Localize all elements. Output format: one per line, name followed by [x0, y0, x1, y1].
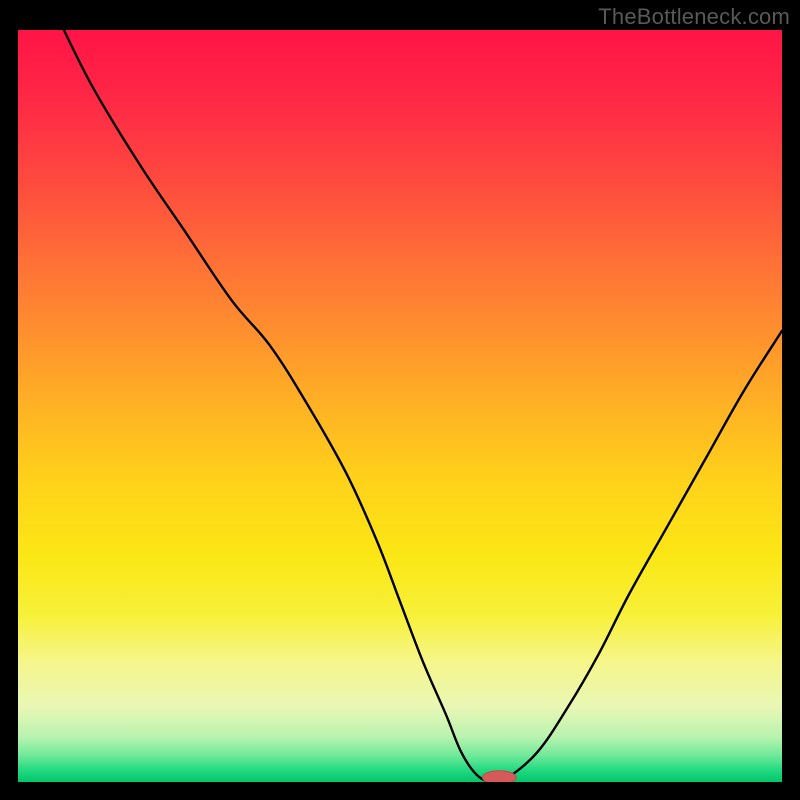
- watermark-text: TheBottleneck.com: [598, 4, 790, 30]
- minimum-marker: [483, 771, 517, 782]
- gradient-background: [18, 30, 782, 782]
- chart-frame: TheBottleneck.com: [0, 0, 800, 800]
- bottleneck-chart: [18, 30, 782, 782]
- plot-area: [18, 30, 782, 782]
